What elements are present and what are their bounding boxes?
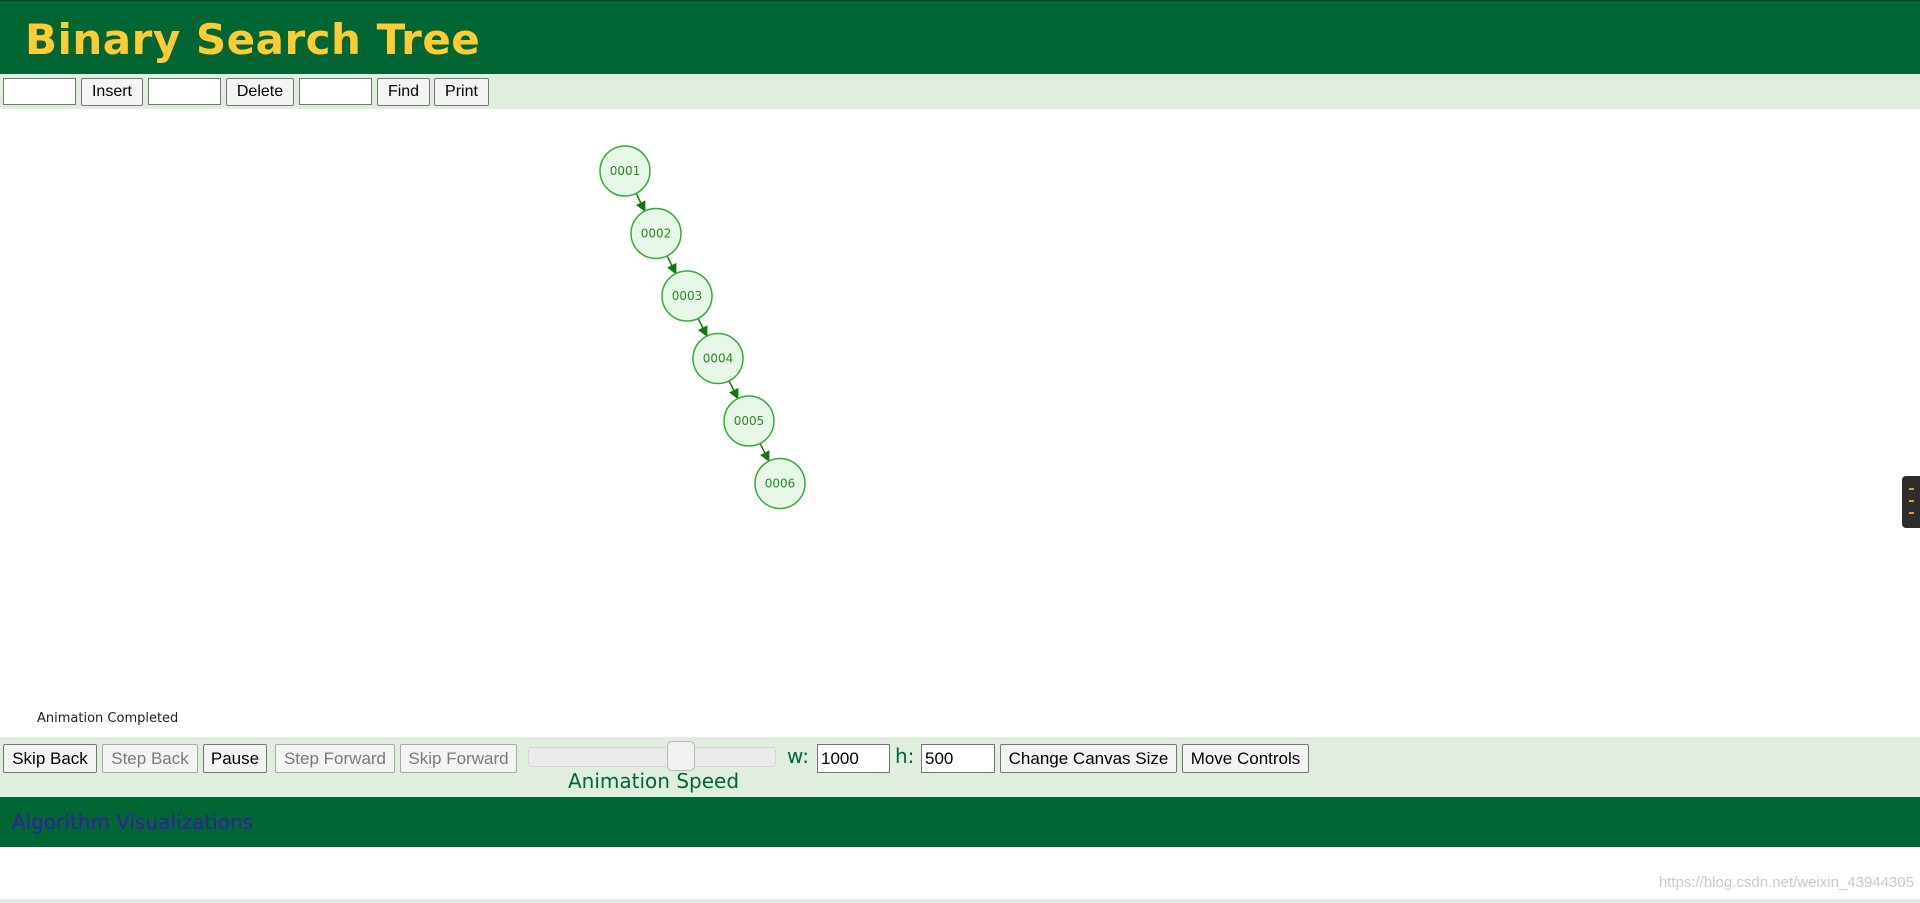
animation-controls: Skip Back Step Back Pause Step Forward S… [0,737,1920,797]
watermark: https://blog.csdn.net/weixin_43944305 [1658,874,1914,891]
tree-edge [666,255,677,275]
handle-marker [1909,488,1914,490]
tree-node-label: 0004 [703,352,734,366]
header-bar: Binary Search Tree [0,0,1920,74]
move-controls-button[interactable]: Move Controls [1182,744,1309,773]
tree-edge [697,318,708,338]
tree-node-label: 0005 [734,414,765,428]
tree-edge [635,193,646,213]
tree-node-label: 0006 [765,477,796,491]
tree-node: 0002 [630,207,682,260]
algorithm-visualizations-link[interactable]: Algorithm Visualizations [12,810,253,834]
canvas-width-input[interactable] [817,744,890,773]
handle-marker [1909,512,1914,514]
insert-value-input[interactable] [3,78,76,105]
delete-button[interactable]: Delete [226,78,294,106]
animation-speed-slider[interactable] [528,747,776,767]
animation-canvas[interactable]: 0001 0002 0003 0004 0005 0006 [0,109,1920,737]
tree-node: 0003 [661,270,713,322]
delete-value-input[interactable] [148,78,221,105]
tree-node-label: 0001 [610,164,641,178]
tree-edge [728,380,739,400]
slider-thumb[interactable] [666,741,695,771]
skip-back-button[interactable]: Skip Back [3,744,97,773]
algorithm-toolbar: Insert Delete Find Print [0,74,1920,109]
footer-bar: Algorithm Visualizations [0,797,1920,847]
animation-speed-label: Animation Speed [568,769,740,793]
tree-diagram: 0001 0002 0003 0004 0005 0006 [599,145,806,510]
skip-forward-button[interactable]: Skip Forward [400,744,517,773]
tree-node: 0001 [599,145,651,197]
find-button[interactable]: Find [377,78,430,106]
step-forward-button[interactable]: Step Forward [275,744,395,773]
tree-node-label: 0003 [672,289,703,303]
find-value-input[interactable] [299,78,372,105]
tree-node: 0006 [754,457,806,510]
print-button[interactable]: Print [434,78,489,106]
animation-status: Animation Completed [37,711,179,726]
bottom-strip [0,899,1920,903]
width-label: w: [787,744,810,768]
page-title: Binary Search Tree [25,15,481,64]
tree-node: 0005 [723,395,775,447]
side-panel-handle[interactable] [1902,476,1920,528]
step-back-button[interactable]: Step Back [102,744,198,773]
tree-node-label: 0002 [641,227,672,241]
tree-edge [759,443,770,463]
pause-button[interactable]: Pause [203,744,267,773]
height-label: h: [895,744,915,768]
canvas-height-input[interactable] [921,744,995,773]
change-canvas-size-button[interactable]: Change Canvas Size [1000,744,1177,773]
tree-node: 0004 [692,332,744,385]
insert-button[interactable]: Insert [81,78,143,106]
handle-marker [1909,500,1914,502]
